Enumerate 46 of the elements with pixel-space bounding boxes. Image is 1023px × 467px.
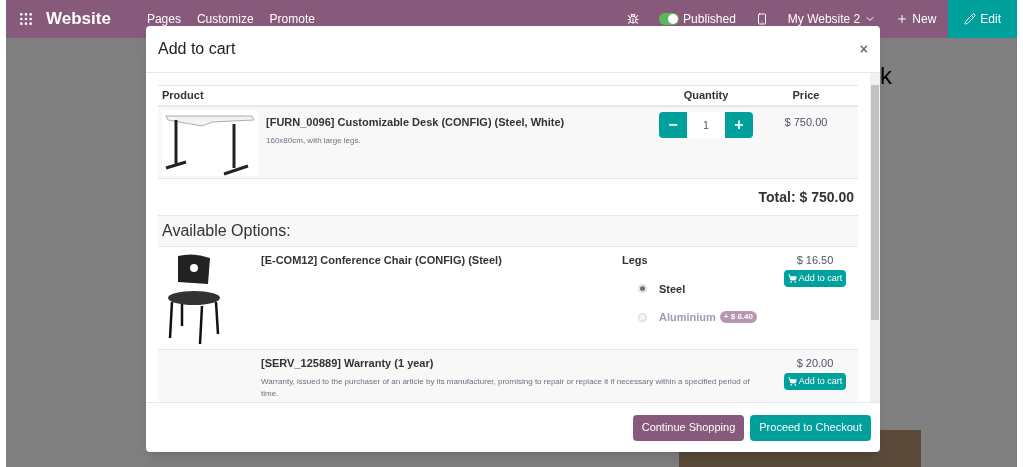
increase-quantity-button[interactable]: +	[725, 112, 753, 138]
published-toggle[interactable]	[659, 13, 680, 25]
website-switcher[interactable]: My Website 2	[787, 10, 877, 28]
option-name: [SERV_125889] Warranty (1 year)	[261, 356, 435, 371]
dialog-title: Add to cart	[158, 39, 236, 59]
add-to-cart-button[interactable]: Add to cart	[783, 372, 847, 390]
column-header: Quantity	[682, 88, 730, 104]
published-label: Published	[683, 11, 736, 28]
option-price: $ 20.00	[796, 356, 834, 371]
column-header: Price	[791, 88, 821, 104]
debug-bug-icon[interactable]	[627, 13, 640, 25]
edit-button[interactable]: Edit	[948, 0, 1017, 38]
new-button[interactable]: New	[896, 10, 937, 28]
app-name[interactable]: Website	[46, 6, 111, 32]
cart-icon	[787, 273, 797, 283]
product-name: [FURN_0096] Customizable Desk (CONFIG) (Steel, White)	[266, 115, 566, 130]
price-extra-tag: + $ 6.40	[719, 311, 757, 324]
radio-label: Aluminium	[659, 310, 716, 325]
option-description: Warranty, issued to the purchaser of an article by its manufacturer, promising to repair or replace it if necessary within a specified period of time.	[261, 375, 751, 400]
plus-icon	[896, 13, 909, 25]
product-price: $ 750.00	[783, 115, 829, 130]
scrollbar[interactable]	[870, 73, 880, 402]
order-total: Total: $ 750.00	[758, 187, 854, 207]
option-price: $ 16.50	[796, 253, 834, 268]
product-description: 160x80cm, with large legs.	[266, 134, 362, 147]
add-to-cart-button[interactable]: Add to cart	[783, 269, 847, 287]
mobile-preview-icon[interactable]	[755, 13, 768, 25]
quantity-field[interactable]: 1	[687, 112, 725, 138]
checkout-button[interactable]: Proceed to Checkout	[750, 414, 871, 441]
options-heading: Available Options:	[162, 221, 291, 241]
close-button[interactable]: ×	[859, 38, 868, 60]
continue-shopping-button[interactable]: Continue Shopping	[632, 414, 745, 441]
cart-icon	[787, 376, 797, 386]
radio-label: Steel	[659, 281, 686, 297]
attribute-label: Legs	[622, 253, 649, 268]
apps-menu-icon[interactable]	[18, 11, 34, 27]
menu-item[interactable]: Pages	[146, 10, 181, 28]
page-heading: k	[880, 61, 892, 91]
option-name: [E-COM12] Conference Chair (CONFIG) (Steel)	[261, 253, 503, 268]
radio-button[interactable]	[638, 312, 647, 322]
decrease-quantity-button[interactable]: −	[659, 112, 687, 138]
menu-item[interactable]: Promote	[269, 10, 315, 28]
column-header: Product	[161, 88, 205, 104]
menu-item[interactable]: Customize	[196, 10, 254, 28]
radio-button[interactable]	[638, 284, 647, 294]
pencil-icon	[964, 13, 977, 25]
